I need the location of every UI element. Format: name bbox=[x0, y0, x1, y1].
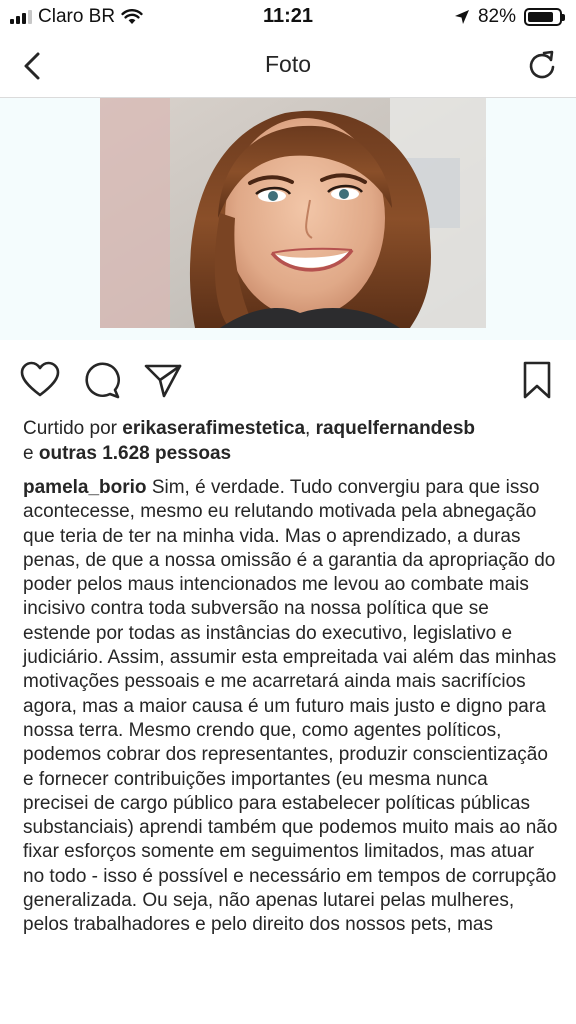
bookmark-icon[interactable] bbox=[520, 360, 554, 400]
status-bar: Claro BR 11:21 82% bbox=[0, 0, 576, 36]
liker-link-2[interactable]: raquelfernandesb bbox=[316, 418, 475, 439]
caption-text: Sim, é verdade. Tudo convergiu para que … bbox=[23, 477, 558, 936]
battery-percent: 82% bbox=[477, 6, 516, 27]
likes-summary: Curtido por erikaserafimestetica, raquel… bbox=[23, 416, 558, 466]
likes-separator: , bbox=[305, 418, 316, 439]
battery-icon bbox=[524, 8, 565, 26]
post-photo[interactable] bbox=[100, 98, 486, 328]
likes-and: e bbox=[23, 443, 39, 464]
location-arrow-icon bbox=[454, 10, 469, 24]
post-caption: pamela_borio Sim, é verdade. Tudo conver… bbox=[23, 476, 558, 938]
liker-link-1[interactable]: erikaserafimestetica bbox=[122, 418, 305, 439]
battery-fill bbox=[528, 12, 553, 22]
photo-area bbox=[0, 98, 576, 340]
heart-icon[interactable] bbox=[20, 360, 60, 400]
page-title: Foto bbox=[264, 51, 312, 77]
refresh-icon[interactable] bbox=[524, 48, 560, 84]
navigation-bar: Foto bbox=[0, 36, 576, 98]
post-actions bbox=[0, 356, 576, 406]
caption-username[interactable]: pamela_borio bbox=[23, 477, 147, 498]
send-icon[interactable] bbox=[143, 360, 183, 400]
likes-prefix: Curtido por bbox=[23, 418, 123, 439]
portrait-image bbox=[100, 98, 486, 328]
likes-others-link[interactable]: outras 1.628 pessoas bbox=[39, 443, 231, 464]
status-right: 82% bbox=[454, 6, 565, 28]
comment-icon[interactable] bbox=[82, 360, 122, 400]
